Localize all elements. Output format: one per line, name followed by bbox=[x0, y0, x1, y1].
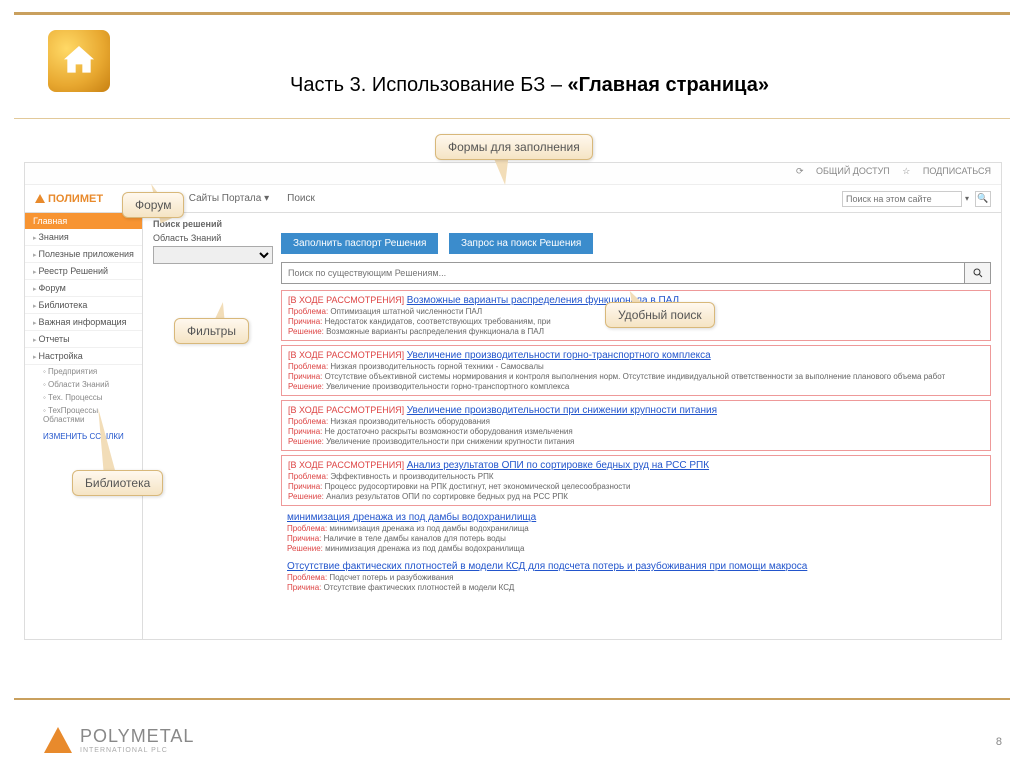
result-reason: Причина: Отсутствие фактических плотност… bbox=[287, 583, 985, 592]
result-status: [В ХОДЕ РАССМОТРЕНИЯ] bbox=[288, 405, 404, 415]
dropdown-icon[interactable]: ▾ bbox=[965, 194, 969, 203]
home-icon bbox=[48, 30, 110, 92]
content-column: Заполнить паспорт Решения Запрос на поис… bbox=[281, 233, 991, 598]
sidebar-subitem[interactable]: ◦ Тех. Процессы bbox=[25, 391, 142, 404]
sidebar-edit-links[interactable]: ИЗМЕНИТЬ ССЫЛКИ bbox=[25, 430, 142, 443]
callout-forms: Формы для заполнения bbox=[435, 134, 593, 160]
page-number: 8 bbox=[996, 736, 1002, 748]
result-title[interactable]: минимизация дренажа из под дамбы водохра… bbox=[287, 512, 536, 523]
app-logo[interactable]: ПОЛИМЕТ bbox=[35, 193, 103, 205]
result-item: [В ХОДЕ РАССМОТРЕНИЯ] Увеличение произво… bbox=[281, 400, 991, 451]
result-status: [В ХОДЕ РАССМОТРЕНИЯ] bbox=[288, 350, 404, 360]
top-accent-bar bbox=[14, 12, 1010, 15]
app-screenshot: ⟳ ОБЩИЙ ДОСТУП ☆ ПОДПИСАТЬСЯ ПОЛИМЕТ ый … bbox=[24, 162, 1002, 640]
callout-library: Библиотека bbox=[72, 470, 163, 496]
result-solution: Решение: Увеличение производительности г… bbox=[288, 382, 984, 391]
company-subline: INTERNATIONAL PLC bbox=[80, 747, 194, 754]
title-underline bbox=[14, 118, 1010, 119]
title-bold: «Главная страница» bbox=[568, 74, 769, 96]
filter-column: Область Знаний bbox=[153, 233, 281, 598]
results-list: [В ХОДЕ РАССМОТРЕНИЯ] Возможные варианты… bbox=[281, 290, 991, 594]
filter-select[interactable] bbox=[153, 246, 273, 264]
search-row bbox=[281, 262, 991, 284]
top-search-input[interactable] bbox=[842, 191, 962, 207]
result-title[interactable]: Увеличение производительности горно-тран… bbox=[407, 350, 711, 361]
company-name: POLYMETAL bbox=[80, 726, 194, 746]
result-status: [В ХОДЕ РАССМОТРЕНИЯ] bbox=[288, 460, 404, 470]
sidebar-item[interactable]: Библиотека bbox=[25, 297, 142, 314]
result-problem: Проблема: Низкая производительность горн… bbox=[288, 362, 984, 371]
slide-title: Часть 3. Использование БЗ – «Главная стр… bbox=[290, 74, 769, 97]
search-button[interactable] bbox=[965, 262, 991, 284]
title-prefix: Часть 3. Использование БЗ – bbox=[290, 74, 568, 96]
sidebar-item[interactable]: Отчеты bbox=[25, 331, 142, 348]
result-solution: Решение: Анализ результатов ОПИ по сорти… bbox=[288, 492, 984, 501]
result-problem: Проблема: Подсчет потерь и разубоживания bbox=[287, 573, 985, 582]
sidebar-subitem[interactable]: ◦ Области Знаний bbox=[25, 378, 142, 391]
nav-search[interactable]: Поиск bbox=[287, 193, 315, 204]
result-title[interactable]: Увеличение производительности при снижен… bbox=[407, 405, 717, 416]
solution-search-input[interactable] bbox=[281, 262, 965, 284]
sidebar-subitem[interactable]: ◦ ТехПроцессы Областями bbox=[25, 404, 142, 426]
sidebar-item[interactable]: Настройка bbox=[25, 348, 142, 365]
search-request-button[interactable]: Запрос на поиск Решения bbox=[449, 233, 593, 254]
nav-sites[interactable]: Сайты Портала ▾ bbox=[189, 193, 269, 204]
logo-triangle-icon bbox=[44, 727, 72, 753]
result-item: Отсутствие фактических плотностей в моде… bbox=[281, 559, 991, 594]
sidebar-item[interactable]: Знания bbox=[25, 229, 142, 246]
search-icon[interactable]: 🔍 bbox=[975, 191, 991, 207]
result-problem: Проблема: Низкая производительность обор… bbox=[288, 417, 984, 426]
filter-label: Область Знаний bbox=[153, 233, 281, 243]
result-title[interactable]: Отсутствие фактических плотностей в моде… bbox=[287, 561, 807, 572]
sidebar-item[interactable]: Полезные приложения bbox=[25, 246, 142, 263]
footer-logo: POLYMETAL INTERNATIONAL PLC bbox=[44, 726, 194, 754]
sidebar-item[interactable]: Реестр Решений bbox=[25, 263, 142, 280]
panel-title: Поиск решений bbox=[153, 219, 991, 229]
refresh-icon[interactable]: ⟳ bbox=[796, 166, 804, 176]
result-status: [В ХОДЕ РАССМОТРЕНИЯ] bbox=[288, 295, 404, 305]
fill-passport-button[interactable]: Заполнить паспорт Решения bbox=[281, 233, 438, 254]
result-solution: Решение: Возможные варианты распределени… bbox=[288, 327, 984, 336]
result-reason: Причина: Процесс рудосортировки на РПК д… bbox=[288, 482, 984, 491]
callout-search: Удобный поиск bbox=[605, 302, 715, 328]
result-item: [В ХОДЕ РАССМОТРЕНИЯ] Увеличение произво… bbox=[281, 345, 991, 396]
result-title[interactable]: Анализ результатов ОПИ по сортировке бед… bbox=[407, 460, 709, 471]
result-item: [В ХОДЕ РАССМОТРЕНИЯ] Анализ результатов… bbox=[281, 455, 991, 506]
top-link-share[interactable]: ОБЩИЙ ДОСТУП bbox=[816, 166, 890, 176]
sidebar-item[interactable]: Важная информация bbox=[25, 314, 142, 331]
callout-forum: Форум bbox=[122, 192, 184, 218]
star-icon[interactable]: ☆ bbox=[902, 166, 910, 176]
result-problem: Проблема: минимизация дренажа из под дам… bbox=[287, 524, 985, 533]
result-solution: Решение: минимизация дренажа из под дамб… bbox=[287, 544, 985, 553]
callout-filters: Фильтры bbox=[174, 318, 249, 344]
sidebar-item[interactable]: Форум bbox=[25, 280, 142, 297]
app-body: Главная ЗнанияПолезные приложенияРеестр … bbox=[25, 213, 1001, 639]
sidebar: Главная ЗнанияПолезные приложенияРеестр … bbox=[25, 213, 143, 639]
result-problem: Проблема: Эффективность и производительн… bbox=[288, 472, 984, 481]
result-solution: Решение: Увеличение производительности п… bbox=[288, 437, 984, 446]
result-reason: Причина: Отсутствие объективной системы … bbox=[288, 372, 984, 381]
logo-triangle-icon bbox=[35, 194, 45, 203]
top-link-subscribe[interactable]: ПОДПИСАТЬСЯ bbox=[923, 166, 991, 176]
result-item: минимизация дренажа из под дамбы водохра… bbox=[281, 510, 991, 555]
result-reason: Причина: Не достаточно раскрыты возможно… bbox=[288, 427, 984, 436]
footer-line bbox=[14, 698, 1010, 700]
main-panel: Поиск решений Область Знаний Заполнить п… bbox=[143, 213, 1001, 639]
result-reason: Причина: Наличие в теле дамбы каналов дл… bbox=[287, 534, 985, 543]
top-search: ▾ 🔍 bbox=[842, 191, 991, 207]
app-top-bar: ⟳ ОБЩИЙ ДОСТУП ☆ ПОДПИСАТЬСЯ bbox=[25, 163, 1001, 185]
sidebar-subitem[interactable]: ◦ Предприятия bbox=[25, 365, 142, 378]
